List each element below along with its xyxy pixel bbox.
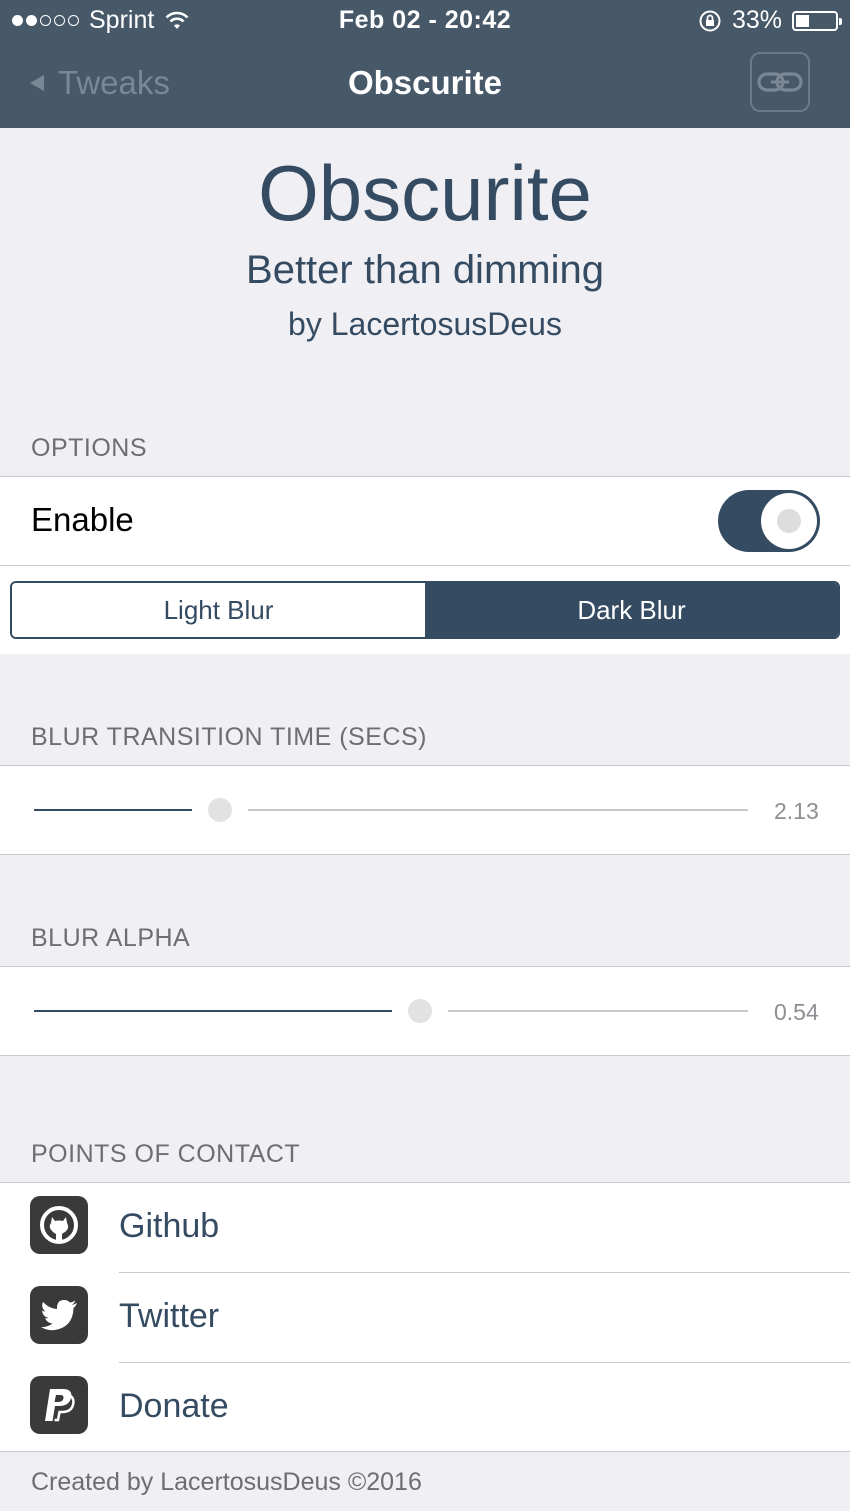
- contact-label: Github: [119, 1207, 220, 1245]
- paypal-icon: [30, 1376, 88, 1434]
- tweak-name: Obscurite: [258, 149, 592, 237]
- contact-donate-row[interactable]: Donate: [0, 1363, 850, 1453]
- toggle-knob: [761, 493, 817, 549]
- tweak-tagline: Better than dimming: [246, 248, 604, 292]
- segment-dark-blur[interactable]: Dark Blur: [425, 583, 838, 637]
- link-button[interactable]: [750, 52, 810, 112]
- footer-credit: Created by LacertosusDeus ©2016: [31, 1468, 422, 1496]
- alpha-slider-cell: 0.54: [0, 966, 850, 1056]
- slider-track-max: [247, 809, 748, 811]
- status-bar: Sprint Feb 02 - 20:42 33%: [0, 0, 850, 42]
- alpha-section-label: BLUR ALPHA: [31, 924, 191, 952]
- transition-slider-thumb[interactable]: [207, 798, 232, 822]
- blur-style-segmented-control: Light Blur Dark Blur: [10, 581, 840, 639]
- twitter-icon: [30, 1286, 88, 1344]
- contact-label: Twitter: [119, 1297, 220, 1335]
- github-icon: [30, 1196, 88, 1254]
- transition-value: 2.13: [774, 798, 819, 824]
- contact-label: Donate: [119, 1387, 229, 1425]
- contact-github-row[interactable]: Github: [0, 1183, 850, 1273]
- tweak-author: by LacertosusDeus: [288, 306, 562, 342]
- status-right: 33%: [698, 6, 842, 35]
- battery-percent: 33%: [731, 6, 782, 34]
- alpha-slider-thumb[interactable]: [407, 999, 432, 1023]
- contact-list: Github Twitter Donate: [0, 1182, 850, 1452]
- contact-twitter-row[interactable]: Twitter: [0, 1273, 850, 1363]
- battery-fill: [796, 14, 809, 27]
- top-bar: Sprint Feb 02 - 20:42 33% Tweaks Obscuri…: [0, 0, 850, 128]
- enable-cell: Enable: [0, 476, 850, 566]
- slider-track-min: [34, 1010, 392, 1012]
- nav-title: Obscurite: [347, 64, 503, 101]
- contact-section-label: POINTS OF CONTACT: [31, 1140, 301, 1168]
- navigation-bar: Tweaks Obscurite: [0, 42, 850, 128]
- options-section-label: OPTIONS: [31, 434, 148, 462]
- segment-light-blur[interactable]: Light Blur: [12, 583, 425, 637]
- enable-label: Enable: [31, 501, 134, 538]
- slider-track-min: [34, 809, 192, 811]
- battery-icon: [792, 10, 842, 31]
- link-icon: [757, 72, 803, 92]
- transition-slider-cell: 2.13: [0, 765, 850, 855]
- enable-toggle[interactable]: [718, 490, 820, 552]
- alpha-value: 0.54: [774, 999, 819, 1025]
- slider-track-max: [447, 1010, 748, 1012]
- transition-section-label: BLUR TRANSITION TIME (SECS): [31, 723, 427, 751]
- orientation-lock-icon: [699, 10, 721, 31]
